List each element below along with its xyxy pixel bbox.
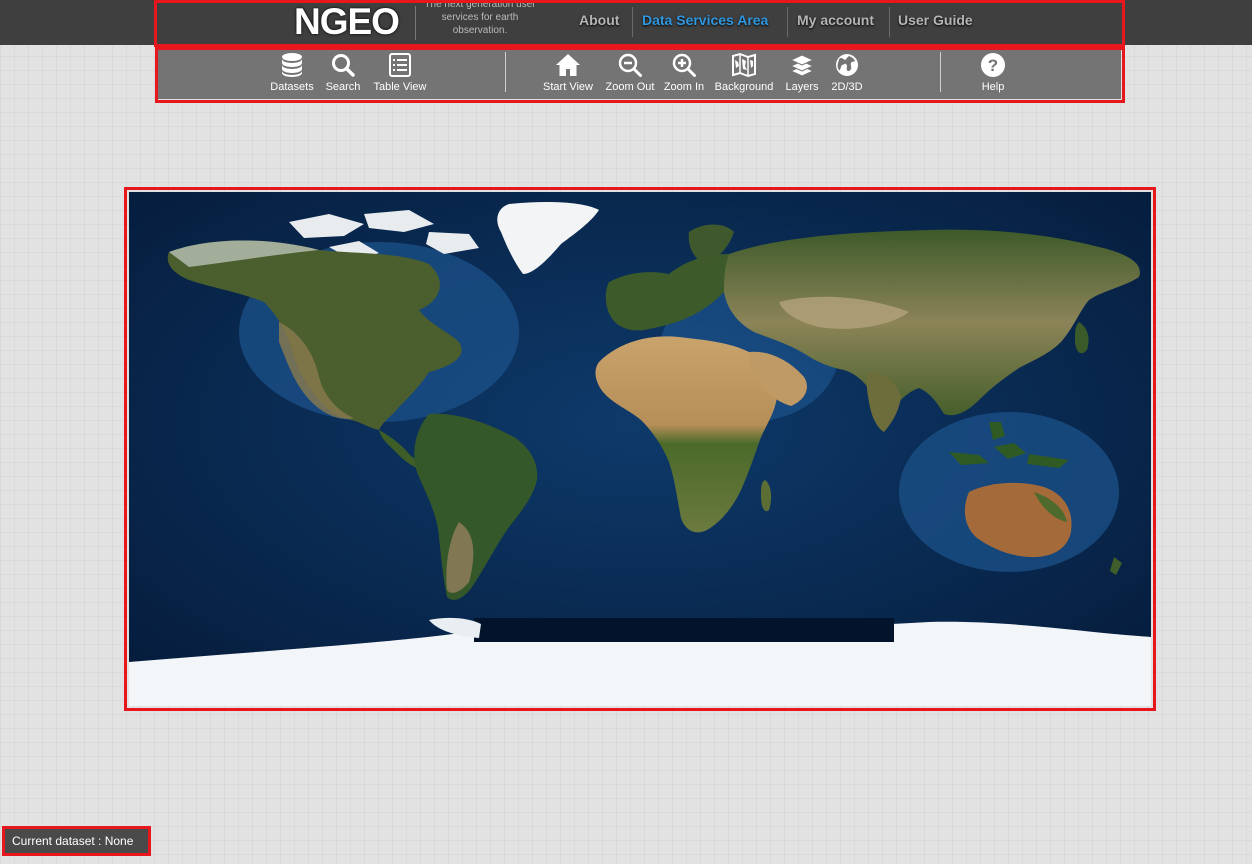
map-highlight — [124, 187, 1156, 711]
toolbar-highlight — [155, 47, 1125, 103]
top-bar-highlight — [154, 0, 1125, 47]
status-highlight — [2, 826, 151, 856]
